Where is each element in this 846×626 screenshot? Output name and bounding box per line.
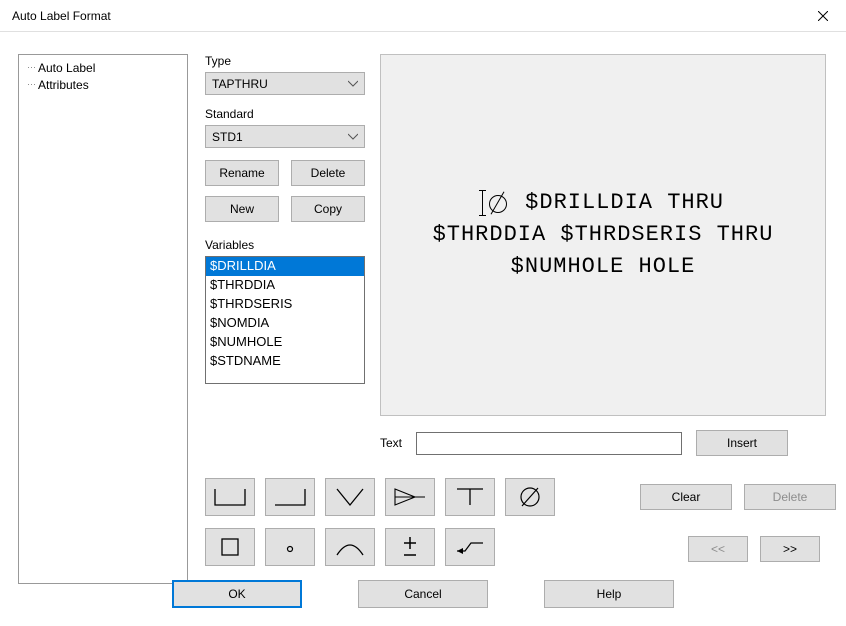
symbol-square[interactable] xyxy=(205,528,255,566)
text-cursor-icon xyxy=(482,190,483,216)
controls-column: Type TAPTHRU Standard STD1 Rename Delete… xyxy=(205,54,365,384)
dialog-content: ⋯ Auto Label ⋯ Attributes Type TAPTHRU S… xyxy=(0,32,846,626)
symbol-target[interactable] xyxy=(265,528,315,566)
delete-preview-button[interactable]: Delete xyxy=(744,484,836,510)
list-item[interactable]: $THRDSERIS xyxy=(206,295,364,314)
delete-button[interactable]: Delete xyxy=(291,160,365,186)
type-value: TAPTHRU xyxy=(212,77,268,91)
tree-item-attributes[interactable]: ⋯ Attributes xyxy=(27,76,179,93)
help-button[interactable]: Help xyxy=(544,580,674,608)
leader-arrow-icon xyxy=(453,535,487,559)
diameter-icon xyxy=(513,485,547,509)
type-label: Type xyxy=(205,54,365,68)
diameter-icon xyxy=(487,193,507,213)
category-tree[interactable]: ⋯ Auto Label ⋯ Attributes xyxy=(18,54,188,584)
symbol-arc[interactable] xyxy=(325,528,375,566)
standard-value: STD1 xyxy=(212,130,243,144)
standard-label: Standard xyxy=(205,107,365,121)
preview-action-row-1: Clear Delete xyxy=(640,484,836,510)
counterbore-icon xyxy=(213,485,247,509)
variables-list[interactable]: $DRILLDIA $THRDDIA $THRDSERIS $NOMDIA $N… xyxy=(205,256,365,384)
symbol-spotface[interactable] xyxy=(445,478,495,516)
copy-button[interactable]: Copy xyxy=(291,196,365,222)
symbol-counterbore[interactable] xyxy=(205,478,255,516)
tree-connector-icon: ⋯ xyxy=(27,63,35,72)
symbol-leader[interactable] xyxy=(445,528,495,566)
text-input[interactable] xyxy=(416,432,682,455)
preview-line-3: $NUMHOLE HOLE xyxy=(511,251,696,283)
triangle-right-icon xyxy=(393,485,427,509)
list-item[interactable]: $NOMDIA xyxy=(206,314,364,333)
type-select[interactable]: TAPTHRU xyxy=(205,72,365,95)
new-button[interactable]: New xyxy=(205,196,279,222)
titlebar: Auto Label Format xyxy=(0,0,846,32)
preview-nav-row: << >> xyxy=(688,536,820,562)
next-button[interactable]: >> xyxy=(760,536,820,562)
symbol-countersink[interactable] xyxy=(265,478,315,516)
target-icon xyxy=(273,535,307,559)
cancel-button[interactable]: Cancel xyxy=(358,580,488,608)
dialog-buttons: OK Cancel Help xyxy=(0,580,846,608)
list-item[interactable]: $DRILLDIA xyxy=(206,257,364,276)
text-label: Text xyxy=(380,436,402,450)
prev-button[interactable]: << xyxy=(688,536,748,562)
label-preview: $DRILLDIA THRU $THRDDIA $THRDSERIS THRU … xyxy=(380,54,826,416)
window-title: Auto Label Format xyxy=(12,9,111,23)
list-item[interactable]: $THRDDIA xyxy=(206,276,364,295)
insert-button[interactable]: Insert xyxy=(696,430,788,456)
symbol-row-2 xyxy=(205,528,495,566)
preview-line-2: $THRDDIA $THRDSERIS THRU xyxy=(433,219,774,251)
tree-item-label: Attributes xyxy=(38,78,89,92)
arc-icon xyxy=(333,535,367,559)
close-button[interactable] xyxy=(800,0,846,32)
plus-minus-icon xyxy=(393,535,427,559)
tree-item-auto-label[interactable]: ⋯ Auto Label xyxy=(27,59,179,76)
standard-select[interactable]: STD1 xyxy=(205,125,365,148)
countersink-icon xyxy=(273,485,307,509)
list-item[interactable]: $NUMHOLE xyxy=(206,333,364,352)
v-icon xyxy=(333,485,367,509)
spotface-icon xyxy=(453,485,487,509)
symbol-plus-minus[interactable] xyxy=(385,528,435,566)
chevron-down-icon xyxy=(348,132,358,142)
tree-item-label: Auto Label xyxy=(38,61,95,75)
symbol-depth-arrow[interactable] xyxy=(385,478,435,516)
square-icon xyxy=(213,535,247,559)
rename-button[interactable]: Rename xyxy=(205,160,279,186)
variables-label: Variables xyxy=(205,238,365,252)
close-icon xyxy=(818,11,828,21)
clear-button[interactable]: Clear xyxy=(640,484,732,510)
preview-line-1: $DRILLDIA THRU xyxy=(482,187,724,219)
symbol-depth-v[interactable] xyxy=(325,478,375,516)
text-row: Text Insert xyxy=(380,430,826,456)
preview-text: $DRILLDIA THRU xyxy=(511,187,724,219)
tree-connector-icon: ⋯ xyxy=(27,80,35,89)
chevron-down-icon xyxy=(348,79,358,89)
symbol-diameter[interactable] xyxy=(505,478,555,516)
symbol-row-1 xyxy=(205,478,555,516)
list-item[interactable]: $STDNAME xyxy=(206,352,364,371)
ok-button[interactable]: OK xyxy=(172,580,302,608)
